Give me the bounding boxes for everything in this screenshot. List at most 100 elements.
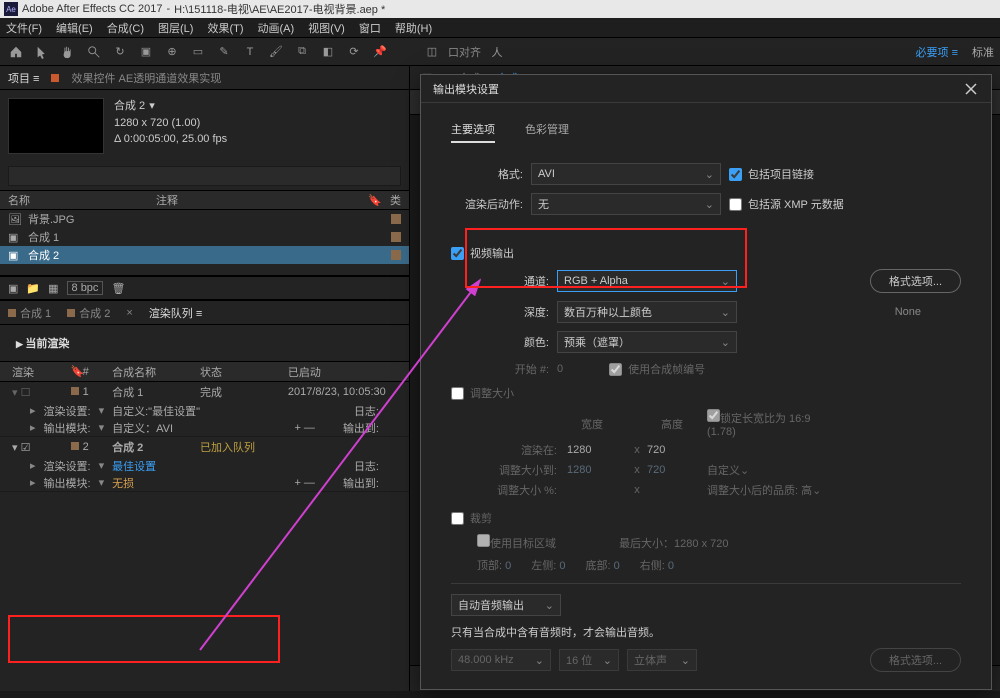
project-panel: 合成 2▾ 1280 x 720 (1.00) Δ 0:00:05:00, 25… [0, 90, 409, 276]
project-item[interactable]: 🖼 背景.JPG [0, 210, 409, 228]
close-tab-icon[interactable]: × [126, 307, 132, 319]
selection-tool-icon[interactable] [32, 42, 52, 62]
comp-icon: ▣ [8, 249, 22, 261]
camera-tool-icon[interactable]: ▣ [136, 42, 156, 62]
project-item-selected[interactable]: ▣ 合成 2 [0, 246, 409, 264]
comp-resolution: 1280 x 720 (1.00) [114, 115, 227, 132]
resize-preset-select: 自定义⌄ [707, 462, 827, 478]
close-icon[interactable] [963, 81, 979, 97]
new-comp-icon[interactable]: ▦ [48, 282, 58, 295]
menubar: 文件(F) 编辑(E) 合成(C) 图层(L) 效果(T) 动画(A) 视图(V… [0, 18, 1000, 38]
menu-effect[interactable]: 效果(T) [207, 20, 243, 36]
menu-window[interactable]: 窗口 [359, 20, 381, 36]
menu-view[interactable]: 视图(V) [308, 20, 345, 36]
puppet-tool-icon[interactable]: 📌 [370, 42, 390, 62]
zoom-tool-icon[interactable] [84, 42, 104, 62]
bit-depth[interactable]: 8 bpc [67, 281, 104, 295]
video-output-checkbox[interactable]: 视频输出 [451, 245, 961, 261]
brush-tool-icon[interactable]: 🖌 [266, 42, 286, 62]
output-module-link[interactable]: 无损 [112, 475, 134, 491]
crop-checkbox[interactable]: 裁剪 [451, 510, 961, 526]
text-tool-icon[interactable]: T [240, 42, 260, 62]
tab-main-options[interactable]: 主要选项 [451, 121, 495, 143]
menu-edit[interactable]: 编辑(E) [56, 20, 93, 36]
rotate-tool-icon[interactable]: ↻ [110, 42, 130, 62]
depth-select[interactable]: 数百万种以上颜色⌄ [557, 301, 737, 323]
format-select[interactable]: AVI⌄ [531, 163, 721, 185]
include-link-checkbox[interactable]: 包括项目链接 [729, 166, 814, 182]
dropdown-icon[interactable]: ▾ [149, 98, 155, 115]
audio-channels-select: 立体声⌄ [627, 649, 697, 671]
hand-tool-icon[interactable] [58, 42, 78, 62]
label-swatch[interactable] [391, 214, 401, 224]
file-path: H:\151118-电视\AE\AE2017-电视背景.aep * [174, 1, 385, 17]
col-note[interactable]: 注释 [156, 192, 256, 208]
dialog-title: 输出模块设置 [433, 81, 499, 97]
output-module-settings-dialog: 输出模块设置 主要选项 色彩管理 格式: AVI⌄ 包括项目链接 渲染后动作: … [420, 74, 992, 690]
home-icon[interactable] [6, 42, 26, 62]
app-title: Adobe After Effects CC 2017 [22, 3, 162, 15]
workspace-standard[interactable]: 标准 [972, 44, 994, 60]
project-panel-tabs: 项目 ≡ 效果控件 AE透明通道效果实现 [0, 66, 409, 90]
interpret-icon[interactable]: ▣ [8, 282, 18, 295]
tab-indicator-icon [51, 74, 59, 82]
roto-tool-icon[interactable]: ⟳ [344, 42, 364, 62]
menu-layer[interactable]: 图层(L) [158, 20, 193, 36]
timeline-tab-c2[interactable]: 合成 2 [67, 305, 110, 321]
timeline-panel: 合成 1 合成 2 × 渲染队列 ≡ 当前渲染 渲染 🔖 # 合成名称 状态 已… [0, 300, 409, 691]
workspace-essential[interactable]: 必要项 ≡ [916, 44, 958, 60]
snap-label: 口对齐 [448, 44, 481, 60]
current-render-heading: 当前渲染 [0, 325, 409, 362]
project-search-input[interactable] [8, 166, 401, 186]
trash-icon[interactable]: 🗑 [111, 282, 125, 295]
audio-output-select[interactable]: 自动音频输出⌄ [451, 594, 561, 616]
audio-hint: 只有当合成中含有音频时，才会输出音频。 [451, 624, 961, 640]
timeline-tab-c1[interactable]: 合成 1 [8, 305, 51, 321]
render-queue-header: 渲染 🔖 # 合成名称 状态 已启动 [0, 362, 409, 382]
render-settings-link[interactable]: 最佳设置 [112, 458, 156, 474]
comp-thumbnail[interactable] [8, 98, 104, 154]
menu-file[interactable]: 文件(F) [6, 20, 42, 36]
project-tab[interactable]: 项目 ≡ [8, 70, 39, 86]
effect-controls-tab[interactable]: 效果控件 AE透明通道效果实现 [71, 70, 221, 86]
codec-none: None [895, 306, 921, 318]
snap-opt-icon[interactable]: 人 [487, 42, 507, 62]
project-item[interactable]: ▣ 合成 1 [0, 228, 409, 246]
folder-icon[interactable]: 📁 [26, 282, 40, 295]
label-swatch[interactable] [391, 232, 401, 242]
pen-tool-icon[interactable]: ✎ [214, 42, 234, 62]
menu-composition[interactable]: 合成(C) [107, 20, 144, 36]
eraser-tool-icon[interactable]: ◧ [318, 42, 338, 62]
audio-rate-select: 48.000 kHz⌄ [451, 649, 551, 671]
render-queue-tab[interactable]: 渲染队列 ≡ [149, 305, 202, 321]
image-icon: 🖼 [8, 213, 22, 225]
use-comp-frame-checkbox: 使用合成帧编号 [609, 361, 705, 377]
stamp-tool-icon[interactable]: ⧉ [292, 42, 312, 62]
include-xmp-checkbox[interactable]: 包括源 XMP 元数据 [729, 196, 844, 212]
menu-animation[interactable]: 动画(A) [258, 20, 295, 36]
anchor-tool-icon[interactable]: ⊕ [162, 42, 182, 62]
col-type[interactable]: 类 [390, 192, 401, 208]
resize-checkbox[interactable]: 调整大小 [451, 385, 961, 401]
project-columns: 名称 注释 🔖 类 [0, 190, 409, 210]
comp-icon: ▣ [8, 231, 22, 243]
format-options-button[interactable]: 格式选项... [870, 269, 961, 293]
col-name[interactable]: 名称 [8, 192, 148, 208]
color-select[interactable]: 预乘（遮罩）⌄ [557, 331, 737, 353]
comp-duration: Δ 0:00:05:00, 25.00 fps [114, 131, 227, 148]
menu-help[interactable]: 帮助(H) [395, 20, 432, 36]
post-render-select[interactable]: 无⌄ [531, 193, 721, 215]
audio-format-options-button: 格式选项... [870, 648, 961, 672]
tab-color-management[interactable]: 色彩管理 [525, 121, 569, 143]
rect-tool-icon[interactable]: ▭ [188, 42, 208, 62]
toolbar: ↻ ▣ ⊕ ▭ ✎ T 🖌 ⧉ ◧ ⟳ 📌 ◫ 口对齐 人 必要项 ≡ 标准 [0, 38, 1000, 66]
channels-select[interactable]: RGB + Alpha⌄ [557, 270, 737, 292]
window-titlebar: Ae Adobe After Effects CC 2017 - H:\1511… [0, 0, 1000, 18]
comp-name-label: 合成 2 [114, 98, 145, 115]
snap-icon[interactable]: ◫ [422, 42, 442, 62]
render-queue-item: ▾ ☐ 1 合成 1 完成 2017/8/23, 10:05:30 ▸渲染设置:… [0, 382, 409, 437]
render-queue-item: ▾ ☑ 2 合成 2 已加入队列 ▸渲染设置:▾最佳设置日志: ▸输出模块:▾无… [0, 437, 409, 492]
audio-depth-select: 16 位⌄ [559, 649, 619, 671]
label-swatch[interactable] [391, 250, 401, 260]
app-icon: Ae [4, 2, 18, 16]
